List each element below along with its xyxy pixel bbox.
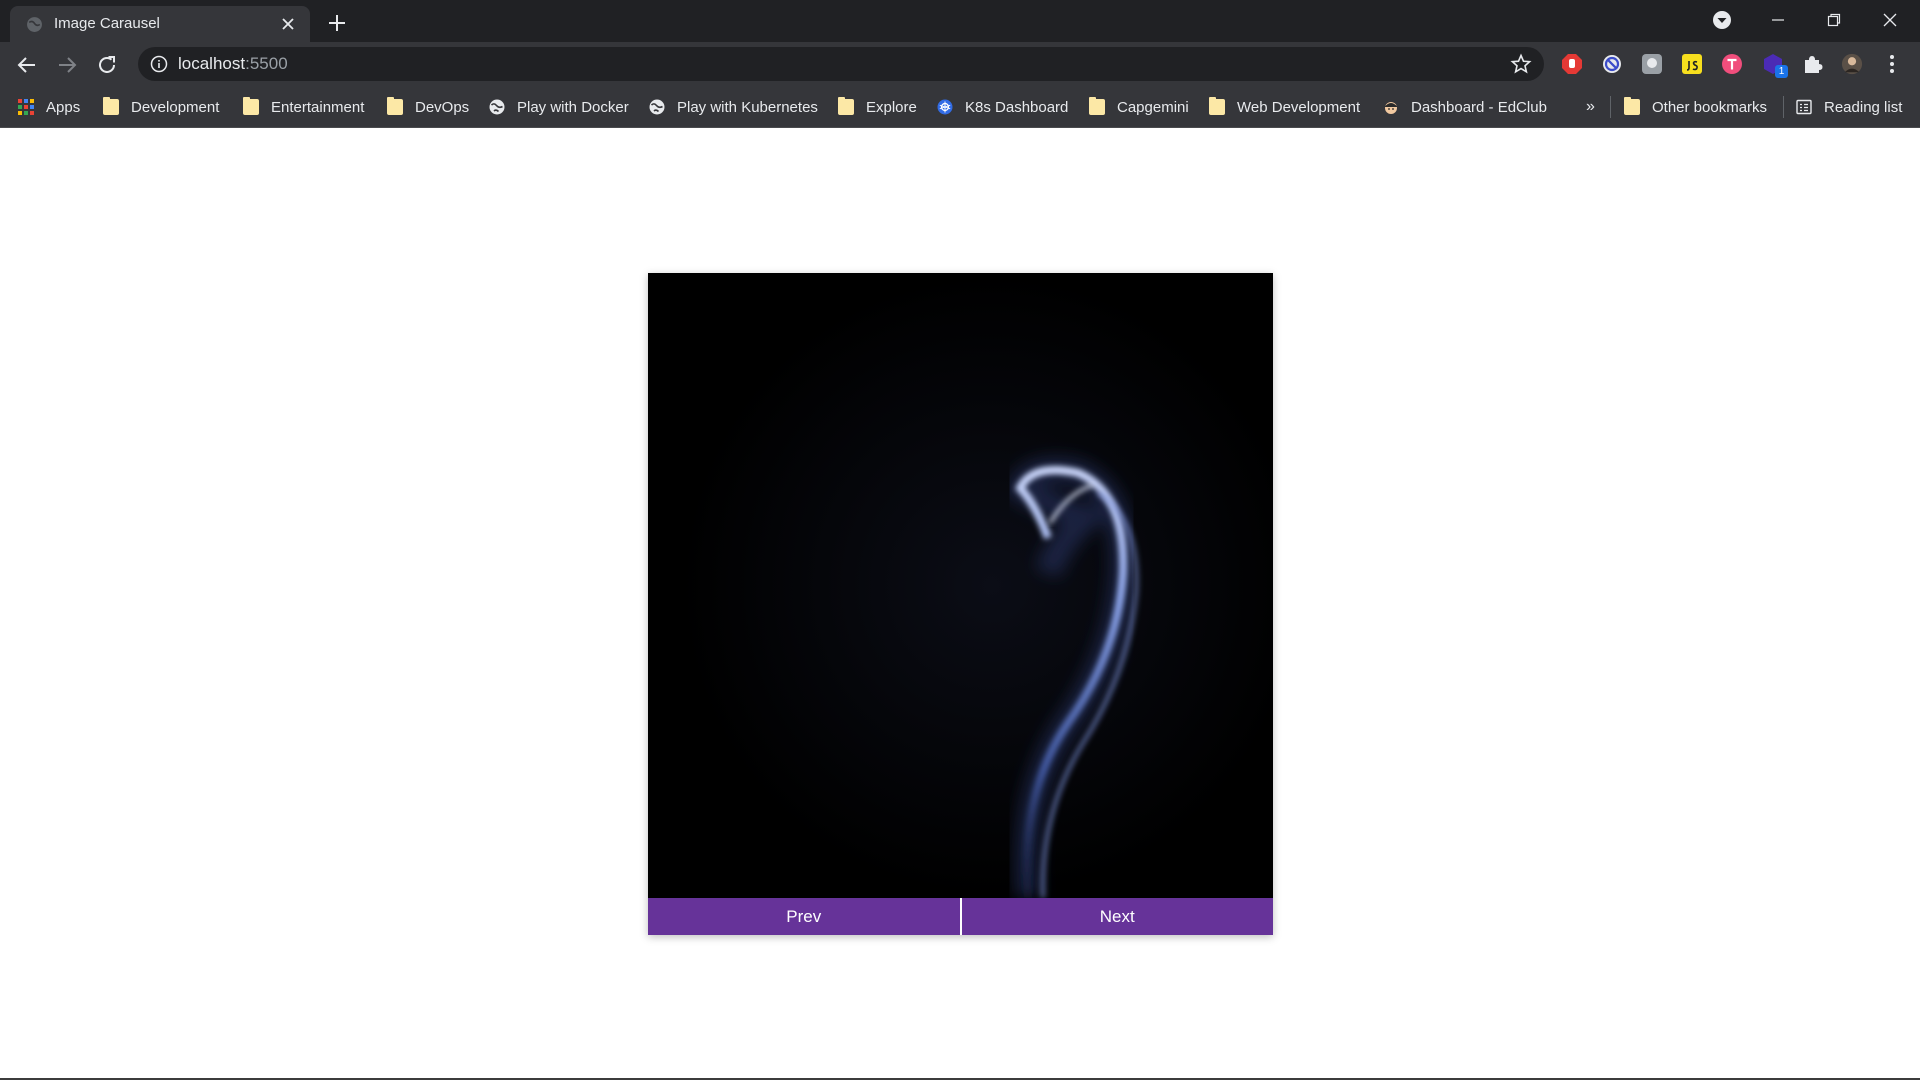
next-button[interactable]: Next bbox=[961, 898, 1273, 935]
minimize-icon bbox=[1772, 19, 1784, 21]
arrow-left-icon bbox=[17, 57, 35, 73]
back-button[interactable] bbox=[14, 52, 40, 78]
info-icon[interactable] bbox=[150, 55, 168, 73]
bookmark-label: Play with Kubernetes bbox=[677, 98, 818, 116]
globe-icon bbox=[649, 99, 665, 115]
overflow-chevron-icon: » bbox=[1586, 98, 1595, 115]
carousel-image bbox=[648, 273, 1273, 898]
bookmark-label: Entertainment bbox=[271, 98, 365, 116]
reload-icon bbox=[99, 56, 115, 73]
t-extension-icon[interactable] bbox=[1721, 53, 1743, 75]
bookmark-other-bookmarks[interactable]: Other bookmarks bbox=[1624, 97, 1767, 117]
profile-avatar[interactable] bbox=[1841, 53, 1863, 75]
close-icon bbox=[1883, 13, 1897, 27]
bookmark-dashboard-edclub[interactable]: Dashboard - EdClub bbox=[1383, 97, 1547, 117]
folder-icon bbox=[1624, 97, 1640, 115]
url-text: localhost:5500 bbox=[178, 54, 288, 74]
bookmark-label: Play with Docker bbox=[517, 98, 629, 116]
folder-icon bbox=[838, 97, 854, 115]
folder-icon bbox=[387, 97, 403, 115]
tab-search-button[interactable] bbox=[1694, 0, 1750, 40]
url-host: localhost bbox=[178, 54, 246, 73]
minimize-button[interactable] bbox=[1750, 0, 1806, 40]
bookmarks-divider bbox=[1783, 96, 1784, 118]
bookmark-label: Capgemini bbox=[1117, 98, 1189, 116]
url-port: :5500 bbox=[245, 54, 288, 73]
folder-icon bbox=[1209, 97, 1225, 115]
bookmark-label: Explore bbox=[866, 98, 917, 116]
restore-button[interactable] bbox=[1806, 0, 1862, 40]
bookmark-development[interactable]: Development bbox=[103, 97, 219, 117]
bookmark-play-with-kubernetes[interactable]: Play with Kubernetes bbox=[649, 97, 818, 117]
globe-icon bbox=[489, 99, 505, 115]
address-bar[interactable]: localhost:5500 bbox=[138, 47, 1544, 81]
bookmark-apps[interactable]: Apps bbox=[18, 97, 80, 117]
close-tab-icon[interactable] bbox=[278, 14, 298, 34]
folder-icon bbox=[1089, 97, 1105, 115]
tab-title: Image Carausel bbox=[54, 15, 160, 32]
bookmarks-bar: Apps Development Entertainment DevOps Pl… bbox=[0, 86, 1920, 128]
bookmark-label: Dashboard - EdClub bbox=[1411, 98, 1547, 116]
kubernetes-icon bbox=[937, 99, 953, 115]
chevron-down-circle-icon bbox=[1713, 11, 1731, 29]
bookmarks-overflow-button[interactable]: » bbox=[1586, 97, 1595, 117]
bookmark-label: Other bookmarks bbox=[1652, 98, 1768, 116]
folder-icon bbox=[243, 97, 259, 115]
smoke-wisp-image bbox=[648, 273, 1273, 898]
bookmark-star-icon[interactable] bbox=[1510, 53, 1532, 75]
new-tab-button[interactable] bbox=[324, 10, 350, 36]
forward-button[interactable] bbox=[54, 52, 80, 78]
block-extension-icon[interactable] bbox=[1601, 53, 1623, 75]
javascript-extension-icon[interactable] bbox=[1681, 53, 1703, 75]
prev-button[interactable]: Prev bbox=[648, 898, 962, 935]
bookmark-web-development[interactable]: Web Development bbox=[1209, 97, 1360, 117]
bookmark-k8s-dashboard[interactable]: K8s Dashboard bbox=[937, 97, 1068, 117]
adblock-extension-icon[interactable] bbox=[1561, 53, 1583, 75]
restore-icon bbox=[1827, 13, 1841, 27]
edclub-icon bbox=[1384, 102, 1398, 114]
bookmark-entertainment[interactable]: Entertainment bbox=[243, 97, 364, 117]
bookmark-devops[interactable]: DevOps bbox=[387, 97, 469, 117]
bookmark-explore[interactable]: Explore bbox=[838, 97, 917, 117]
arrow-right-icon bbox=[59, 57, 77, 73]
bookmark-label: Web Development bbox=[1237, 98, 1361, 116]
folder-icon bbox=[103, 97, 119, 115]
bookmark-label: Apps bbox=[46, 98, 81, 116]
browser-toolbar: localhost:5500 1 bbox=[0, 42, 1920, 86]
carousel-controls: Prev Next bbox=[648, 898, 1273, 935]
screenshot-extension-icon[interactable] bbox=[1641, 53, 1663, 75]
more-menu-icon[interactable] bbox=[1881, 53, 1903, 75]
bookmark-label: Reading list bbox=[1824, 98, 1903, 116]
bookmarks-divider bbox=[1610, 96, 1611, 118]
bookmark-label: Development bbox=[131, 98, 220, 116]
reload-button[interactable] bbox=[94, 52, 120, 78]
extension-badge: 1 bbox=[1775, 65, 1788, 78]
close-window-button[interactable] bbox=[1862, 0, 1918, 40]
extensions-puzzle-icon[interactable] bbox=[1801, 53, 1823, 75]
bookmark-capgemini[interactable]: Capgemini bbox=[1089, 97, 1189, 117]
bookmark-label: K8s Dashboard bbox=[965, 98, 1069, 116]
apps-grid-icon bbox=[18, 99, 34, 115]
bookmark-play-with-docker[interactable]: Play with Docker bbox=[489, 97, 629, 117]
page-content: Prev Next bbox=[0, 129, 1920, 1080]
bookmark-label: DevOps bbox=[415, 98, 470, 116]
globe-icon bbox=[27, 17, 42, 32]
image-carousel: Prev Next bbox=[648, 273, 1273, 935]
browser-tab[interactable]: Image Carausel bbox=[10, 6, 310, 42]
reading-list-button[interactable]: Reading list bbox=[1796, 97, 1902, 117]
extension-with-badge-icon[interactable]: 1 bbox=[1761, 53, 1788, 78]
tab-strip: Image Carausel bbox=[0, 0, 1920, 42]
reading-list-icon bbox=[1796, 99, 1812, 115]
